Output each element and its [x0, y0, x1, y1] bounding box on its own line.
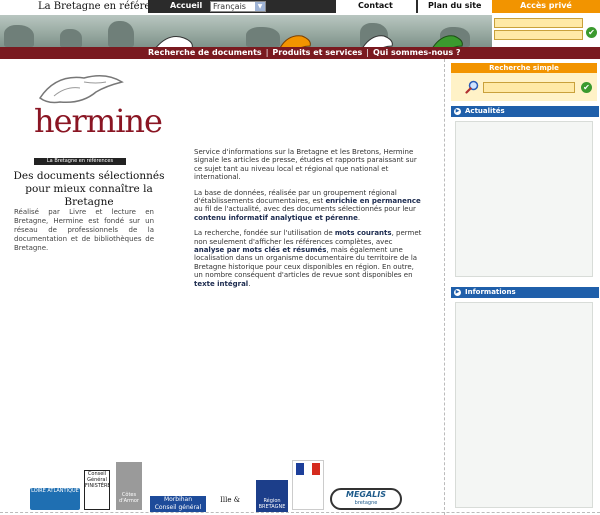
news-panel-title: Actualités	[465, 107, 505, 115]
partner-name: LOIRE ATLANTIQUE	[31, 488, 79, 494]
emphasis-text: mots courants	[334, 229, 392, 238]
partner-name: Morbihan	[163, 496, 193, 503]
search-submit-button[interactable]: ✔	[581, 82, 592, 93]
partner-logo-region-bretagne[interactable]: Région BRETAGNE	[256, 480, 288, 512]
intro-paragraph-3: La recherche, fondée sur l'utilisation d…	[194, 229, 422, 288]
menu-separator: |	[366, 48, 369, 57]
info-panel-title: Informations	[465, 288, 516, 296]
partner-name: Région BRETAGNE	[258, 498, 286, 510]
emphasis-text: texte intégral	[194, 279, 249, 288]
magnifier-icon	[465, 80, 479, 94]
news-panel-body	[455, 121, 593, 277]
nav-home-link[interactable]: Accueil	[170, 1, 202, 10]
private-access-header: Accès privé	[492, 0, 600, 13]
menu-item-document-search[interactable]: Recherche de documents	[148, 48, 262, 57]
partner-logo-megalis[interactable]: MEGALIS bretagne	[330, 488, 402, 510]
partner-subtitle: Conseil général	[154, 504, 202, 511]
checkmark-icon: ✔	[588, 28, 595, 37]
language-select[interactable]: Français ▼	[210, 1, 266, 12]
checkmark-icon: ✔	[583, 83, 590, 92]
right-sidebar: Recherche simple ✔ ▶ Actualités ▶ Inform…	[444, 59, 600, 515]
info-panel-header[interactable]: ▶ Informations	[451, 287, 599, 298]
partner-logo-cotes-darmor[interactable]: Côtes d'Armor	[116, 462, 142, 510]
partner-logo-morbihan[interactable]: Morbihan Conseil général	[150, 496, 206, 512]
tagline-line-2: pour mieux connaître la Bretagne	[25, 183, 153, 208]
simple-search-input[interactable]	[483, 82, 575, 93]
tagline: Des documents sélectionnés pour mieux co…	[0, 170, 178, 209]
nav-sitemap-link[interactable]: Plan du site	[428, 1, 481, 10]
nav-contact-link[interactable]: Contact	[358, 1, 393, 10]
ermine-mascot-icon	[362, 35, 393, 47]
private-access-box: Accès privé ✔	[492, 0, 600, 47]
partner-logo-finistere[interactable]: Conseil Général FINISTÈRE	[84, 470, 110, 510]
ermine-mascot-icon	[155, 36, 193, 47]
site-header: La Bretagne en références Accueil França…	[0, 0, 600, 47]
info-panel-body	[455, 302, 593, 508]
ermine-mascot-icon	[280, 35, 311, 47]
login-field[interactable]	[494, 18, 583, 28]
partner-logo-loire-atlantique[interactable]: LOIRE ATLANTIQUE	[30, 488, 80, 510]
partner-logo-republique-francaise[interactable]	[292, 460, 324, 510]
main-menu: Recherche de documents | Produits et servi…	[148, 47, 461, 59]
language-selected-value: Français	[213, 2, 246, 11]
partner-subtitle: bretagne	[354, 500, 378, 506]
ermine-mascot-icon	[432, 35, 463, 47]
about-paragraph: Réalisé par Livre et lecture en Bretagne…	[14, 208, 154, 252]
intro-paragraph-2: La base de données, réalisée par un grou…	[194, 188, 421, 222]
simple-search-header: Recherche simple	[451, 63, 597, 73]
top-navigation: Accueil Français ▼ Contact Plan du site	[148, 0, 492, 13]
menu-item-products-services[interactable]: Produits et services	[272, 48, 362, 57]
nav-sitemap-tab[interactable]: Plan du site	[418, 0, 492, 13]
partner-name: Côtes d'Armor	[119, 492, 139, 504]
hermine-logo: hermine La Bretagne en références	[30, 68, 163, 168]
partner-logo-ille-et-vilaine[interactable]: Ille & Vilaine	[210, 488, 250, 512]
brand-strip: La Bretagne en références	[0, 0, 173, 15]
emphasis-text: contenu informatif analytique et pérenne	[194, 213, 358, 222]
intro-text: Service d'informations sur la Bretagne e…	[194, 148, 422, 295]
logo-subtitle: La Bretagne en références	[34, 158, 126, 165]
login-submit-button[interactable]: ✔	[586, 27, 597, 38]
chevron-right-icon: ▶	[454, 289, 461, 296]
menu-item-about-us[interactable]: Qui sommes-nous ?	[373, 48, 461, 57]
partner-logos: LOIRE ATLANTIQUE Conseil Général FINISTÈ…	[0, 458, 444, 514]
french-flag-icon	[296, 463, 320, 475]
simple-search-box: Recherche simple ✔	[451, 63, 597, 101]
password-field[interactable]	[494, 30, 583, 40]
chevron-down-icon[interactable]: ▼	[255, 2, 265, 11]
emphasis-text: enrichie en permanence	[325, 197, 421, 206]
news-panel-header[interactable]: ▶ Actualités	[451, 106, 599, 117]
emphasis-text: analyse par mots clés et résumés	[194, 246, 327, 255]
chevron-right-icon: ▶	[454, 108, 461, 115]
footer-divider	[0, 512, 600, 513]
tagline-line-1: Des documents sélectionnés	[13, 170, 165, 182]
partner-name: Ille & Vilaine	[220, 496, 240, 504]
menu-separator: |	[265, 48, 269, 57]
partner-name: MEGALIS	[345, 490, 387, 499]
nav-contact-tab[interactable]: Contact	[336, 0, 416, 13]
intro-paragraph-1: Service d'informations sur la Bretagne e…	[194, 148, 417, 182]
logo-wordmark: hermine	[34, 102, 163, 140]
simple-search-title: Recherche simple	[489, 64, 559, 72]
partner-name: Conseil Général FINISTÈRE	[85, 471, 110, 489]
private-access-label: Accès privé	[520, 1, 572, 10]
main-menu-bar: Recherche de documents | Produits et servi…	[0, 47, 600, 59]
